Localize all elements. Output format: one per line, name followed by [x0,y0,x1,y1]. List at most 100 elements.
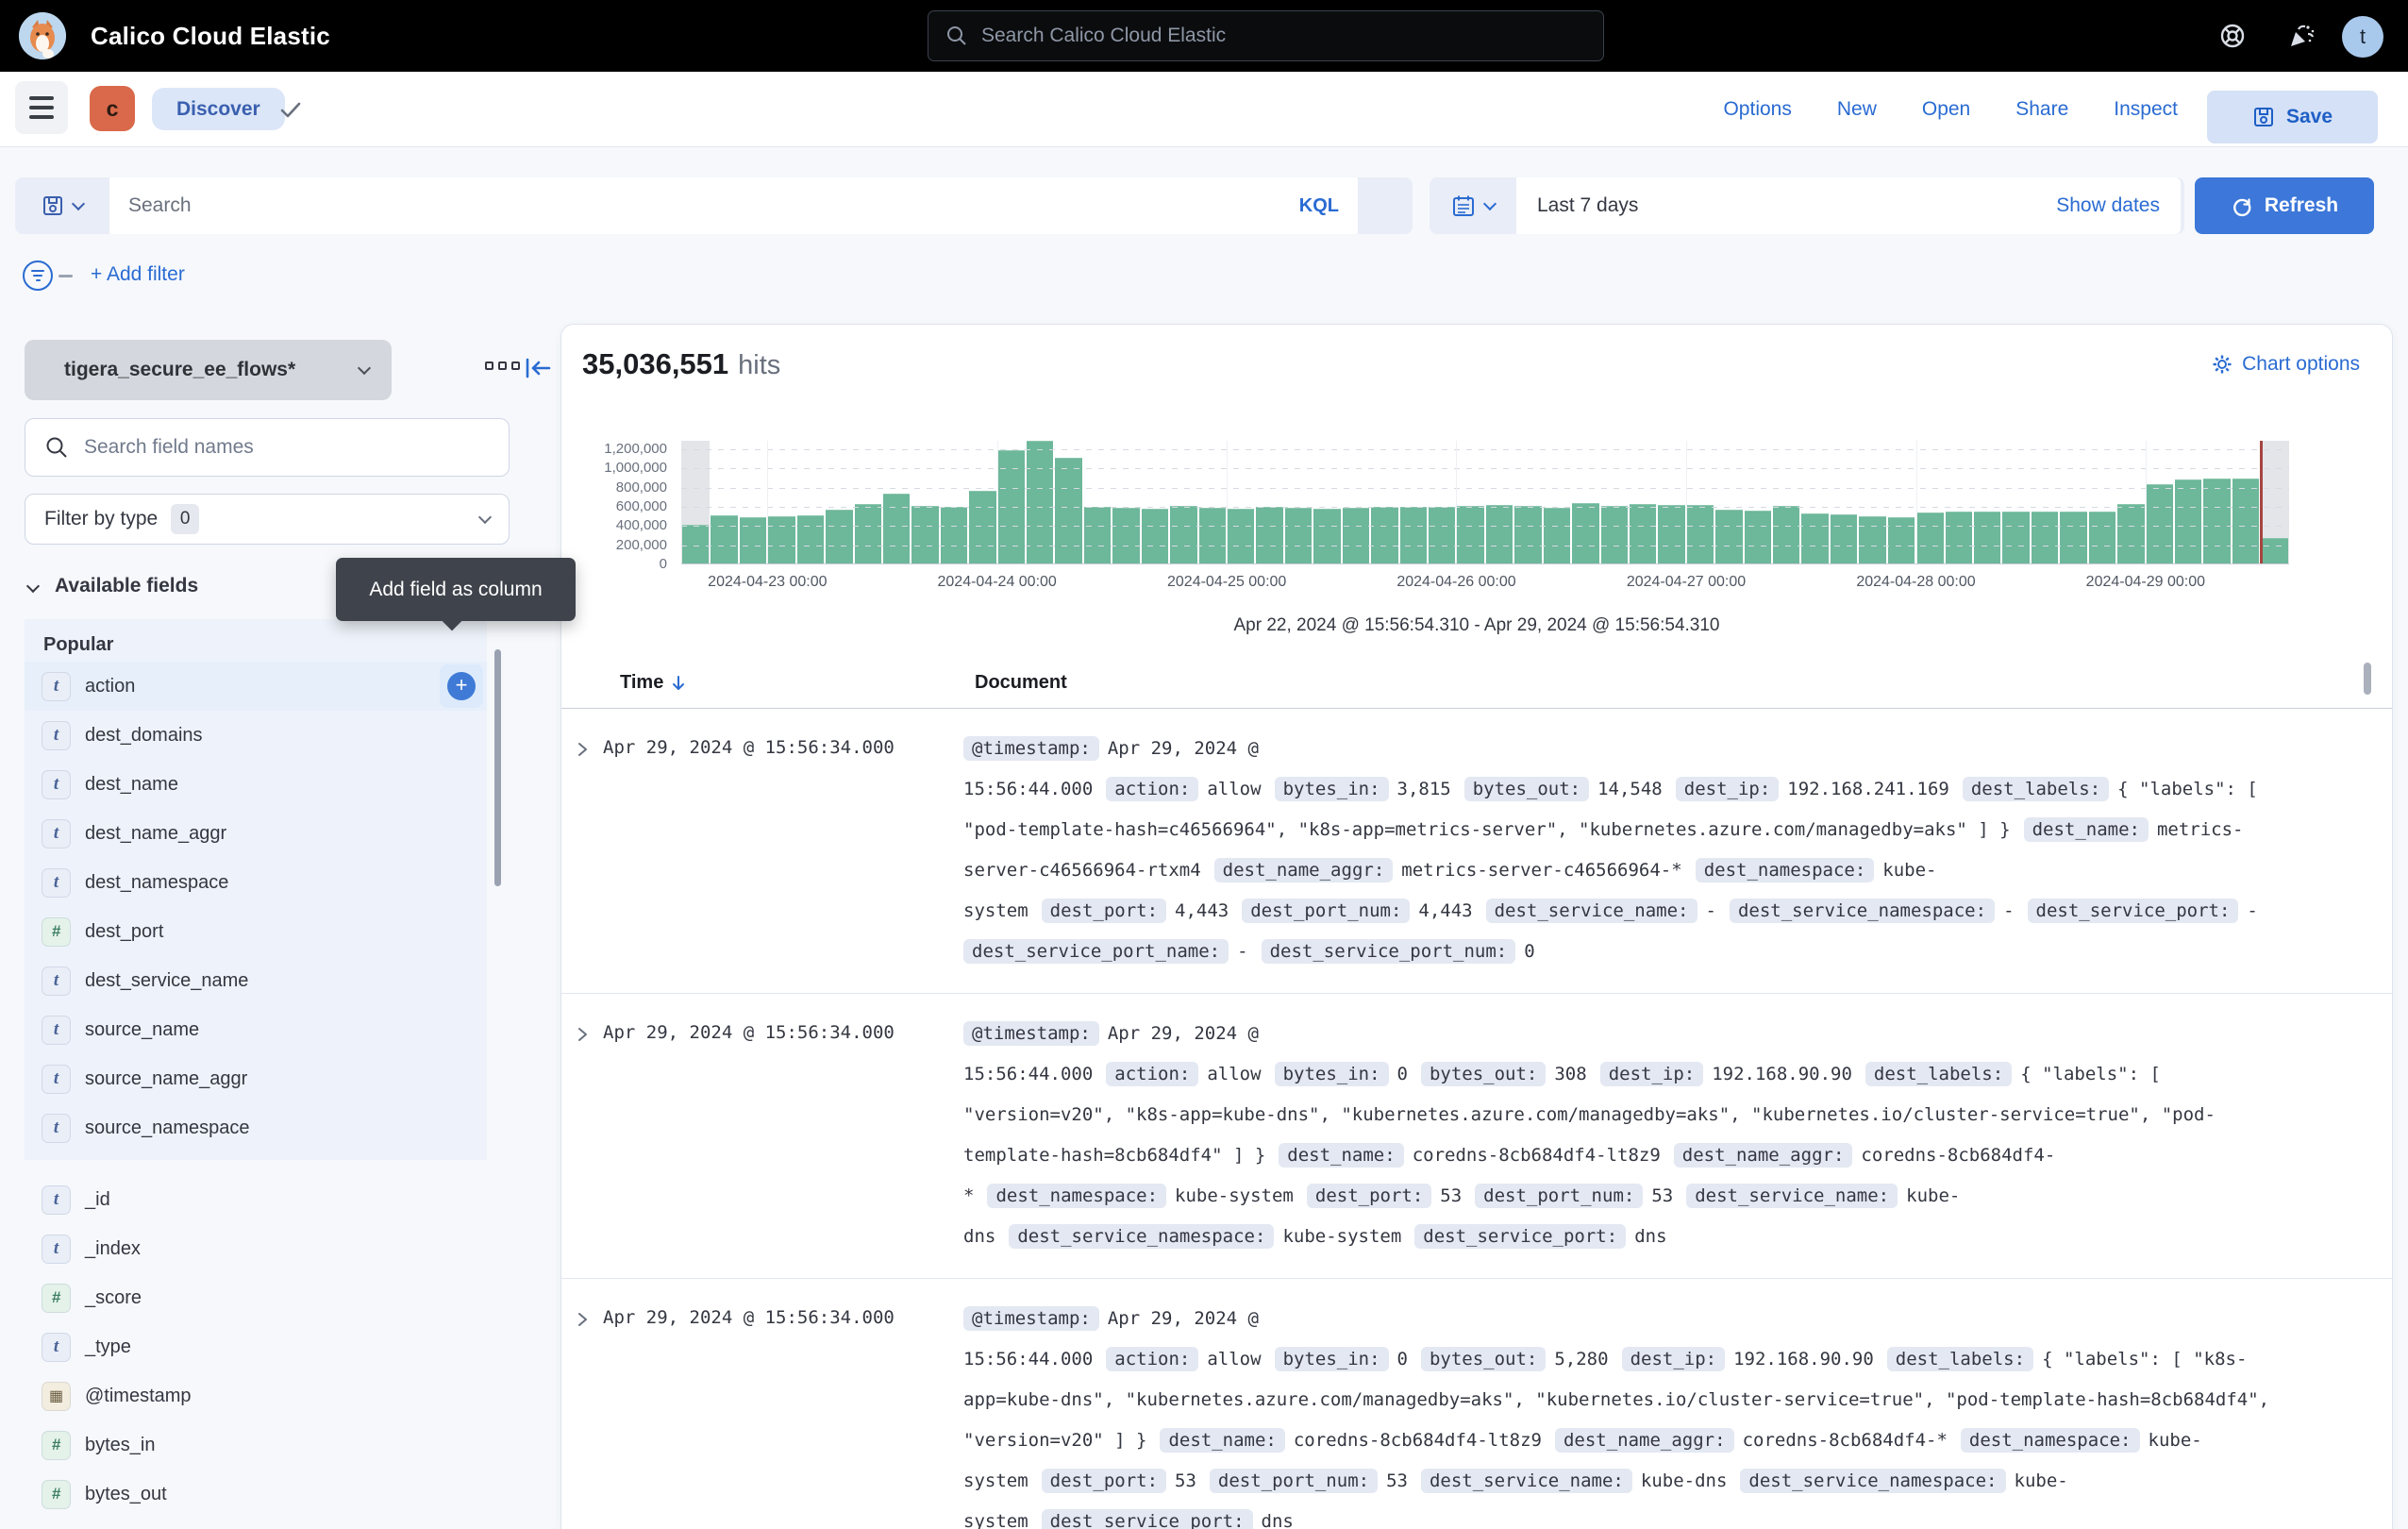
space-avatar[interactable]: c [90,86,135,131]
calico-logo[interactable] [19,12,66,59]
field-type-t-icon: t [42,1235,71,1264]
time-column-header[interactable]: Time [620,672,663,694]
doc-field-value: 192.168.90.90 [1733,1349,1874,1369]
x-tick-label: 2024-04-26 00:00 [1396,574,1515,591]
expand-row-icon[interactable] [561,729,603,972]
doc-field-name-chip: dest_port: [1307,1184,1431,1208]
doc-field-name-chip: dest_service_port: [2028,899,2239,923]
document-row: Apr 29, 2024 @ 15:56:34.000@timestamp:Ap… [561,709,2392,994]
field-item-@timestamp[interactable]: ▦@timestamp [25,1371,487,1420]
documents-table-body: Apr 29, 2024 @ 15:56:34.000@timestamp:Ap… [561,709,2392,1529]
available-fields-label: Available fields [55,575,198,597]
field-type-t-icon: t [42,770,71,799]
kql-language-button[interactable]: KQL [1299,195,1339,217]
row-document-summary: @timestamp:Apr 29, 2024 @ 15:56:44.000ac… [963,729,2284,972]
field-item-dest_name[interactable]: tdest_name [25,760,487,809]
row-timestamp: Apr 29, 2024 @ 15:56:34.000 [603,1014,963,1257]
field-name: source_name_aggr [85,1068,247,1090]
doc-field-value: allow [1207,1064,1261,1084]
hits-count: 35,036,551 [582,347,728,381]
doc-field-name-chip: dest_ip: [1600,1062,1704,1086]
field-item-source_namespace[interactable]: tsource_namespace [25,1103,487,1152]
y-tick-label: 400,000 [561,517,667,533]
expand-row-icon[interactable] [561,1299,603,1529]
x-tick-label: 2024-04-27 00:00 [1627,574,1746,591]
histogram-plot [681,441,2289,564]
field-item-dest_name_aggr[interactable]: tdest_name_aggr [25,809,487,858]
doc-field-name-chip: dest_service_port: [1042,1509,1253,1529]
options-link[interactable]: Options [1723,98,1791,121]
filter-by-type-dropdown[interactable]: Filter by type 0 [25,494,510,545]
refresh-label: Refresh [2265,194,2338,217]
field-item-_index[interactable]: t _index [25,1224,487,1273]
doc-field-value: - [2247,900,2257,921]
field-search-input[interactable]: Search field names [25,418,510,477]
breadcrumb-discover[interactable]: Discover [152,88,285,130]
expand-row-icon[interactable] [561,1014,603,1257]
field-name: dest_service_name [85,970,248,992]
save-button[interactable]: Save [2207,91,2378,143]
sort-descending-icon[interactable] [671,675,686,692]
index-pattern-selector[interactable]: tigera_secure_ee_flows* [25,340,392,400]
document-row: Apr 29, 2024 @ 15:56:34.000@timestamp:Ap… [561,1279,2392,1529]
field-item-dest_service_name[interactable]: tdest_service_name [25,956,487,1005]
field-type-t-icon: t [42,868,71,898]
available-fields-header[interactable]: Available fields [28,575,198,597]
space-initial: c [107,96,119,122]
doc-field-value: 0 [1397,1349,1408,1369]
chevron-down-icon [478,510,492,523]
field-item-bytes_out[interactable]: #bytes_out [25,1470,487,1519]
field-item-source_name[interactable]: tsource_name [25,1005,487,1054]
help-icon[interactable] [2217,21,2248,51]
filter-by-type-label: Filter by type [44,508,158,530]
field-name: _index [85,1238,141,1260]
doc-field-value: allow [1207,779,1261,799]
chevron-down-icon [1483,197,1497,210]
current-time-marker-line [2260,441,2263,563]
global-search-input[interactable]: Search Calico Cloud Elastic [928,10,1604,61]
field-item-dest_domains[interactable]: tdest_domains [25,711,487,760]
filter-in-circle-icon[interactable] [23,260,53,291]
share-link[interactable]: Share [2015,98,2068,121]
saved-query-menu-button[interactable] [15,177,109,234]
field-name: dest_namespace [85,872,228,894]
sidebar-scrollbar[interactable] [494,649,501,886]
field-type-number-icon: # [42,917,71,947]
field-filter-settings-icon[interactable] [485,361,520,370]
field-item-_id[interactable]: t_id [25,1175,487,1224]
add-field-as-column-button[interactable]: + [440,664,483,708]
x-tick-label: 2024-04-28 00:00 [1856,574,1975,591]
date-quick-menu-button[interactable] [1430,177,1516,234]
collapse-sidebar-icon[interactable] [522,352,554,384]
field-item-source_name_aggr[interactable]: t source_name_aggr [25,1054,487,1103]
news-party-popper-icon[interactable] [2285,21,2316,51]
field-item-dest_port[interactable]: #dest_port [25,907,487,956]
show-dates-link[interactable]: Show dates [2056,194,2160,217]
doc-field-value: 0 [1524,941,1534,962]
field-name: source_namespace [85,1117,250,1139]
menu-hamburger-button[interactable] [15,81,68,134]
field-type-t-icon: t [42,1065,71,1094]
field-item-action[interactable]: taction+ [25,662,487,711]
open-link[interactable]: Open [1922,98,1970,121]
doc-field-name-chip: dest_name_aggr: [1555,1428,1734,1453]
new-link[interactable]: New [1837,98,1877,121]
avatar-initial: t [2360,25,2366,49]
app-title: Calico Cloud Elastic [91,0,330,72]
doc-field-name-chip: dest_service_name: [1486,899,1697,923]
field-item-dest_ip[interactable]: IPdest_ip [25,1519,487,1529]
field-item-bytes_in[interactable]: #bytes_in [25,1420,487,1470]
add-filter-link[interactable]: + Add filter [91,263,185,286]
doc-field-name-chip: bytes_out: [1421,1347,1546,1371]
user-avatar[interactable]: t [2342,16,2383,58]
field-item-_type[interactable]: t_type [25,1322,487,1371]
refresh-button[interactable]: Refresh [2195,177,2374,234]
inspect-link[interactable]: Inspect [2114,98,2178,121]
field-item-_score[interactable]: #_score [25,1273,487,1322]
time-range-display[interactable]: Last 7 days Show dates [1516,177,2181,234]
doc-field-value: allow [1207,1349,1261,1369]
table-scrollbar[interactable] [2364,663,2371,695]
field-item-dest_namespace[interactable]: t dest_namespace [25,858,487,907]
kql-search-input[interactable]: Search KQL [109,177,1358,234]
chart-options-button[interactable]: Chart options [2212,353,2360,376]
